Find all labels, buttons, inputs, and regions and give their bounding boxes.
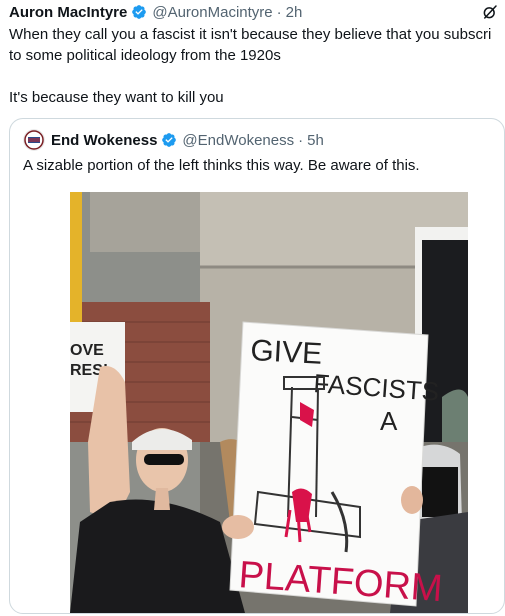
- tweet-text-blank-line: [9, 66, 505, 87]
- quoted-tweet[interactable]: End Wokeness @EndWokeness · 5h A sizable…: [9, 118, 505, 614]
- verified-badge-icon: [162, 133, 177, 147]
- verified-badge-icon: [132, 5, 147, 19]
- tweet-text-line: to some political ideology from the 1920…: [9, 47, 281, 64]
- grok-icon[interactable]: [481, 3, 499, 21]
- separator-dot: ·: [276, 3, 282, 21]
- tweet-text: When they call you a fascist it isn't be…: [9, 24, 505, 108]
- tweet-timestamp[interactable]: 2h: [286, 4, 303, 21]
- avatar[interactable]: [23, 129, 45, 151]
- left-sign-text: OVE: [70, 342, 104, 359]
- tweet-header: Auron MacIntyre @AuronMacintyre · 2h: [9, 2, 302, 22]
- quoted-tweet-text: A sizable portion of the left thinks thi…: [23, 157, 420, 174]
- author-name[interactable]: Auron MacIntyre: [9, 4, 127, 21]
- quoted-timestamp[interactable]: 5h: [307, 132, 324, 149]
- sign-text-give: GIVE: [250, 334, 323, 371]
- separator-dot: ·: [298, 131, 304, 149]
- quoted-author-name[interactable]: End Wokeness: [51, 132, 157, 149]
- quoted-author-handle[interactable]: @EndWokeness: [182, 132, 294, 149]
- tweet-text-line: When they call you a fascist it isn't be…: [9, 26, 492, 43]
- tweet-text-line: It's because they want to kill you: [9, 89, 224, 106]
- tweet[interactable]: Auron MacIntyre @AuronMacintyre · 2h Whe…: [0, 0, 505, 616]
- quoted-tweet-header: End Wokeness @EndWokeness · 5h: [23, 129, 324, 151]
- sign-text-a: A: [380, 406, 398, 436]
- protest-photo[interactable]: OVE RES! GIVE FASCISTS A PLATFORM: [70, 192, 468, 613]
- author-handle[interactable]: @AuronMacintyre: [152, 4, 272, 21]
